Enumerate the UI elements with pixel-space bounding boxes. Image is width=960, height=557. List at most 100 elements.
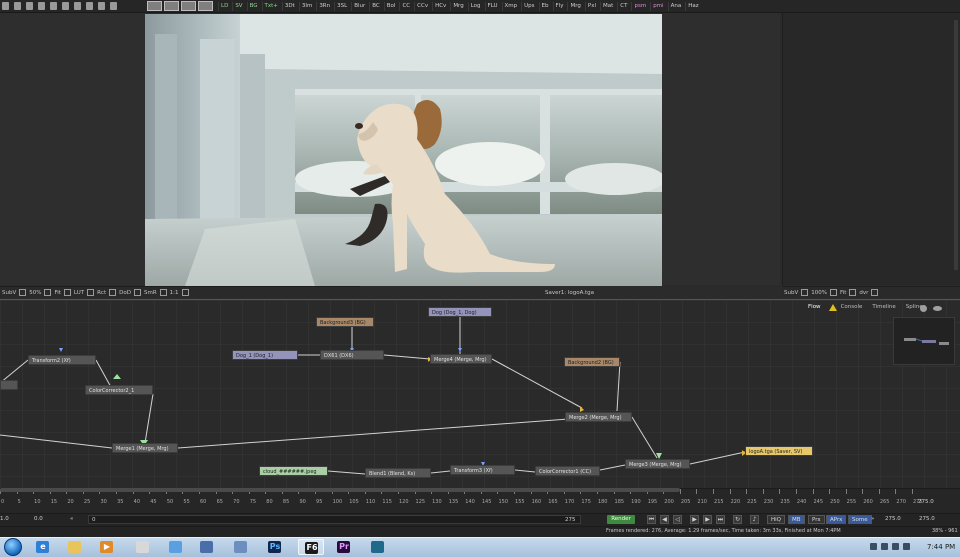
left-control-box-icon-0[interactable]: [19, 289, 27, 296]
right-control-3[interactable]: dvr: [859, 290, 868, 296]
node-blend1[interactable]: Blend1 (Blend, Ks): [365, 468, 431, 478]
tool-button-11[interactable]: CC: [399, 2, 412, 11]
tool-button-17[interactable]: Xmp: [501, 2, 520, 11]
audio-icon[interactable]: ♪: [750, 515, 759, 524]
node-merge1[interactable]: Merge1 (Merge, Mrg): [112, 443, 178, 453]
render-button[interactable]: Render: [607, 515, 635, 524]
taskbar-files-icon[interactable]: [228, 539, 254, 555]
tool-button-20[interactable]: Fly: [552, 2, 566, 11]
time-slider[interactable]: 0 275: [88, 515, 581, 524]
copy-icon[interactable]: [50, 2, 57, 10]
global-end-field[interactable]: 275.0: [885, 515, 901, 524]
play-reverse-icon[interactable]: ◁: [673, 515, 682, 524]
cut-icon[interactable]: [38, 2, 45, 10]
left-control-box-icon-4[interactable]: [109, 289, 117, 296]
step-back-icon[interactable]: ◀: [660, 515, 669, 524]
layout-thumb-3[interactable]: [181, 1, 196, 11]
left-control-2[interactable]: Fit: [54, 290, 60, 296]
node-transform2[interactable]: Transform2 (Xf): [28, 355, 96, 365]
right-control-box-icon-1[interactable]: [829, 289, 837, 296]
left-control-box-icon-6[interactable]: [159, 289, 167, 296]
taskbar-maya-icon[interactable]: [365, 539, 391, 555]
right-control-0[interactable]: SubV: [784, 290, 798, 296]
tool-button-24[interactable]: CT: [617, 2, 629, 11]
save-file-icon[interactable]: [26, 2, 33, 10]
left-control-4[interactable]: Rct: [97, 290, 106, 296]
tool-button-14[interactable]: Mrg: [450, 2, 465, 11]
toggle-prx[interactable]: Prx: [808, 515, 825, 524]
tool-button-8[interactable]: Blur: [351, 2, 367, 11]
taskbar-media-player-icon[interactable]: ▶: [94, 539, 120, 555]
left-control-box-icon-1[interactable]: [44, 289, 52, 296]
open-file-icon[interactable]: [14, 2, 21, 10]
tool-button-21[interactable]: Mrg: [567, 2, 582, 11]
right-control-1[interactable]: 100%: [811, 290, 827, 296]
delete-icon[interactable]: [74, 2, 81, 10]
network-icon[interactable]: [881, 543, 888, 550]
node-dog1[interactable]: Dog_1 (Dog_1): [232, 350, 298, 360]
tool-button-23[interactable]: Mat: [599, 2, 615, 11]
tray-up-icon[interactable]: [870, 543, 877, 550]
left-control-box-icon-3[interactable]: [87, 289, 95, 296]
tool-button-15[interactable]: Log: [467, 2, 483, 11]
tool-button-18[interactable]: Ups: [521, 2, 536, 11]
rewind-icon[interactable]: «: [70, 515, 73, 524]
taskbar-chrome-icon[interactable]: [163, 539, 189, 555]
step-forward-icon[interactable]: ▶: [703, 515, 712, 524]
tool-button-3[interactable]: Txt+: [261, 2, 280, 11]
left-control-0[interactable]: SubV: [2, 290, 16, 296]
paste-icon[interactable]: [62, 2, 69, 10]
layout-thumb-4[interactable]: [198, 1, 213, 11]
taskbar-display-icon[interactable]: [194, 539, 220, 555]
toggle-some[interactable]: Some: [848, 515, 872, 524]
tool-button-16[interactable]: FLU: [484, 2, 500, 11]
node-cloud-loader[interactable]: cloud_######.jpeg: [259, 466, 328, 476]
right-control-box-icon-3[interactable]: [871, 289, 879, 296]
tool-button-28[interactable]: Haz: [685, 2, 700, 11]
taskbar-premiere-icon[interactable]: Pr: [331, 539, 357, 555]
right-viewer-scrollbar[interactable]: [954, 20, 958, 270]
right-viewer[interactable]: [782, 13, 960, 285]
node-dog[interactable]: Dog (Dog_1, Dog): [428, 307, 492, 317]
node-dx61[interactable]: DX61 (DX6): [320, 350, 384, 360]
taskbar-photoshop-icon[interactable]: Ps: [262, 539, 288, 555]
node-colorcorrector1[interactable]: ColorCorrector1 (CC): [535, 466, 600, 476]
taskbar-notepad-app-icon[interactable]: [130, 539, 156, 555]
node-merge2[interactable]: Merge2 (Merge, Mrg): [565, 412, 632, 422]
render-end-field[interactable]: 275.0: [919, 515, 935, 524]
scissors-icon[interactable]: [110, 2, 117, 10]
left-control-6[interactable]: SmR: [144, 290, 157, 296]
tool-button-5[interactable]: 3Im: [298, 2, 314, 11]
taskbar-explorer-icon[interactable]: [62, 539, 88, 555]
tool-button-10[interactable]: Bol: [383, 2, 398, 11]
toggle-mb[interactable]: MB: [788, 515, 805, 524]
loop-icon[interactable]: ↻: [733, 515, 742, 524]
layout-thumb-1[interactable]: [147, 1, 162, 11]
flag-icon[interactable]: [903, 543, 910, 550]
node-merge3[interactable]: Merge3 (Merge, Mrg): [625, 459, 690, 469]
right-control-2[interactable]: Fit: [840, 290, 846, 296]
volume-icon[interactable]: [892, 543, 899, 550]
left-control-7[interactable]: 1:1: [170, 290, 179, 296]
node-transform3[interactable]: Transform3 (Xf): [450, 465, 515, 475]
tool-button-12[interactable]: CCv: [414, 2, 430, 11]
taskbar-fusion-icon[interactable]: F6: [298, 539, 324, 555]
forward-icon[interactable]: »: [871, 515, 874, 524]
new-file-icon[interactable]: [2, 2, 9, 10]
tool-button-22[interactable]: Pxl: [584, 2, 598, 11]
play-icon[interactable]: ▶: [690, 515, 699, 524]
right-control-box-icon-0[interactable]: [801, 289, 809, 296]
tool-button-13[interactable]: HCv: [432, 2, 448, 11]
node-merge4[interactable]: Merge4 (Merge, Mrg): [430, 354, 492, 364]
left-control-3[interactable]: LUT: [74, 290, 84, 296]
node-background3[interactable]: Background3 (BG): [316, 317, 374, 327]
left-control-1[interactable]: 50%: [29, 290, 41, 296]
global-start-field[interactable]: 1.0: [0, 515, 9, 524]
go-start-icon[interactable]: ⏮: [647, 515, 656, 524]
go-end-icon[interactable]: ⏭: [716, 515, 725, 524]
start-button[interactable]: [4, 538, 22, 556]
node-saver[interactable]: logoA.tga (Saver, SV): [745, 446, 813, 456]
toggle-hiq[interactable]: HiQ: [767, 515, 785, 524]
tool-button-9[interactable]: BC: [369, 2, 382, 11]
left-control-box-icon-2[interactable]: [63, 289, 71, 296]
